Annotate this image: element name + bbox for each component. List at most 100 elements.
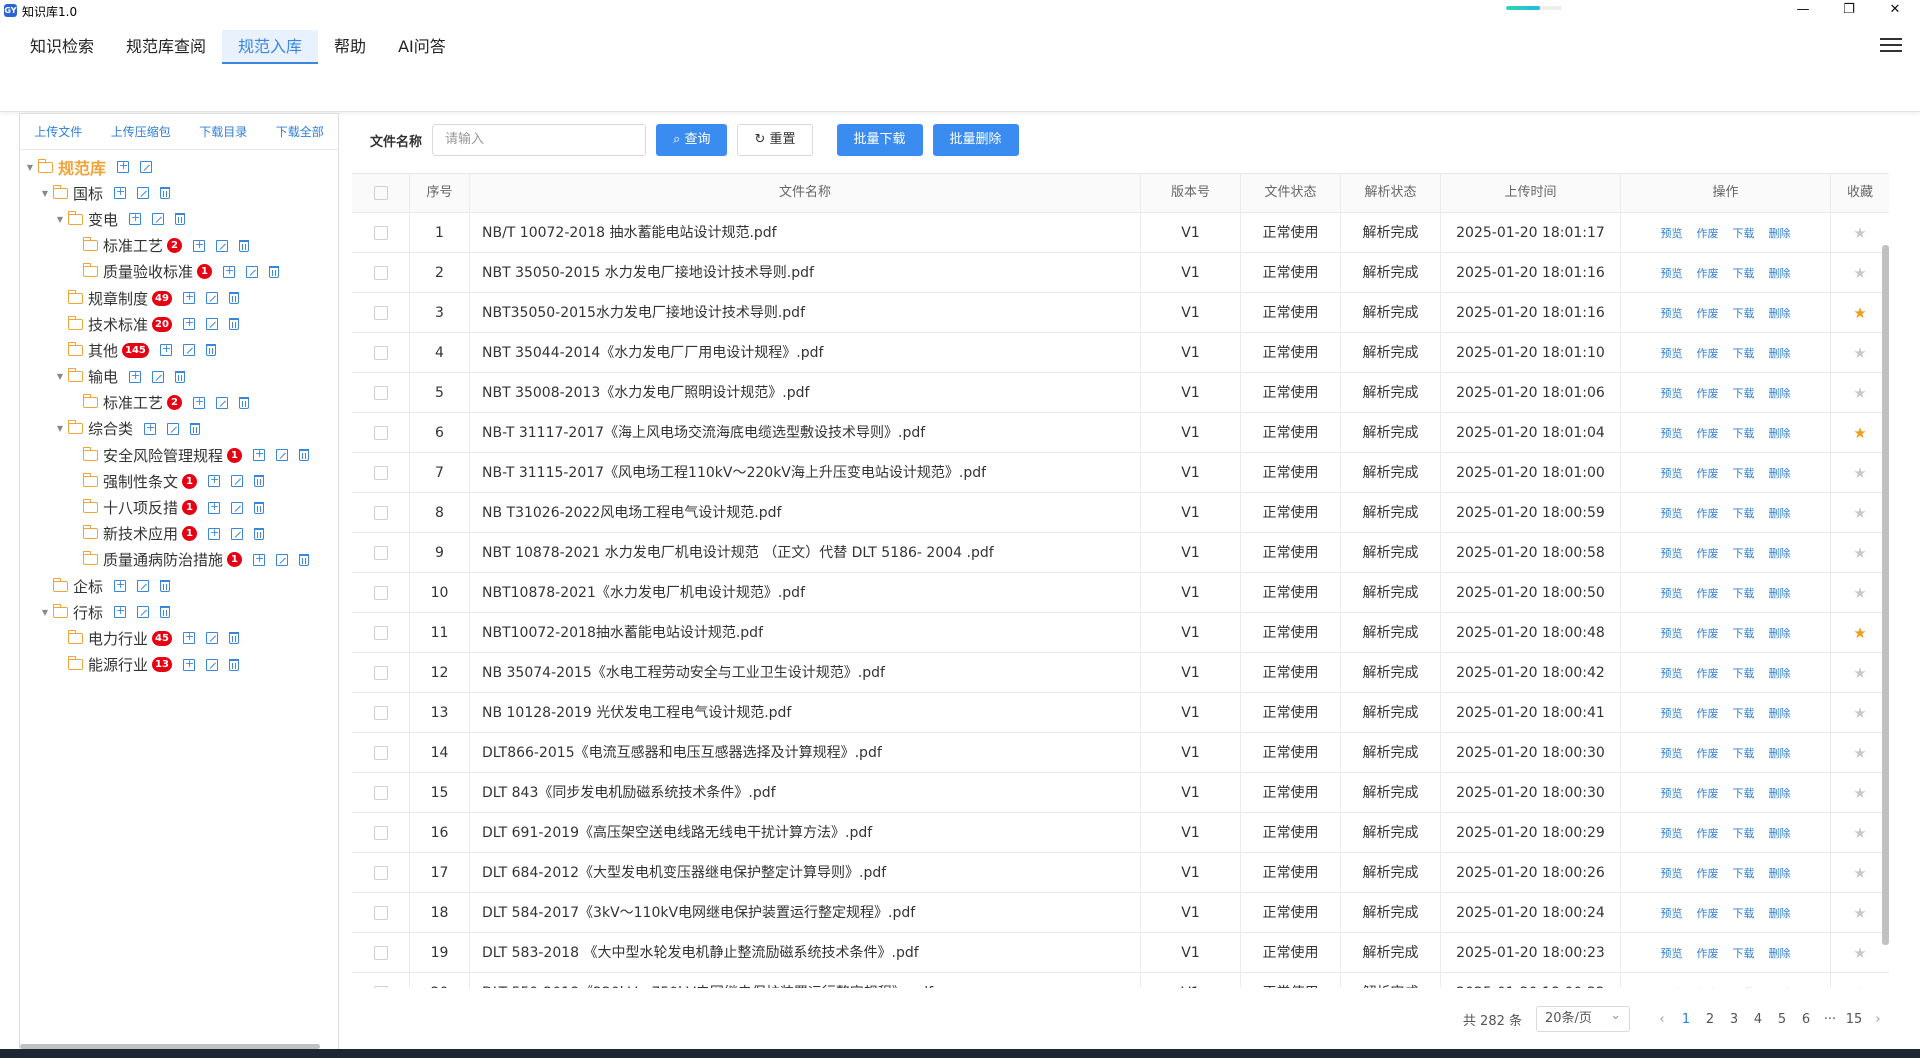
- page-size-select[interactable]: 20条/页: [1536, 1004, 1630, 1032]
- void-link[interactable]: 作废: [1697, 974, 1719, 989]
- row-checkbox[interactable]: [352, 612, 410, 653]
- delete-link[interactable]: 删除: [1769, 894, 1791, 933]
- tree-node[interactable]: 技术标准 20: [20, 311, 338, 337]
- delete-icon[interactable]: [254, 527, 265, 540]
- page-button[interactable]: 1: [1674, 1012, 1698, 1027]
- checkbox-box[interactable]: [373, 585, 388, 600]
- edit-icon[interactable]: [167, 422, 180, 435]
- delete-link[interactable]: 删除: [1769, 734, 1791, 773]
- void-link[interactable]: 作废: [1697, 374, 1719, 413]
- left-action-button[interactable]: 上传文件: [34, 123, 82, 140]
- star-icon[interactable]: ★: [1853, 904, 1866, 922]
- delete-icon[interactable]: [299, 553, 310, 566]
- page-button[interactable]: 15: [1842, 1012, 1866, 1027]
- void-link[interactable]: 作废: [1697, 614, 1719, 653]
- add-file-icon[interactable]: [114, 185, 127, 200]
- checkbox-box[interactable]: [373, 225, 388, 240]
- prev-page-button[interactable]: ‹: [1650, 1012, 1674, 1027]
- left-action-button[interactable]: 下载目录: [199, 123, 247, 140]
- void-link[interactable]: 作废: [1697, 294, 1719, 333]
- tree-node[interactable]: 强制性条文 1: [20, 468, 338, 494]
- edit-icon[interactable]: [276, 449, 289, 462]
- row-checkbox[interactable]: [352, 212, 410, 253]
- star-icon[interactable]: ★: [1853, 264, 1866, 282]
- delete-icon[interactable]: [269, 265, 280, 278]
- checkbox-box[interactable]: [373, 305, 388, 320]
- delete-icon[interactable]: [228, 632, 239, 645]
- row-checkbox[interactable]: [352, 532, 410, 573]
- delete-icon[interactable]: [254, 475, 265, 488]
- left-action-button[interactable]: 下载全部: [276, 123, 324, 140]
- void-link[interactable]: 作废: [1697, 574, 1719, 613]
- add-file-icon[interactable]: [253, 447, 266, 462]
- preview-link[interactable]: 预览: [1661, 854, 1683, 893]
- checkbox-box[interactable]: [373, 865, 388, 880]
- tree-node[interactable]: ▼ 输电: [20, 364, 338, 390]
- preview-link[interactable]: 预览: [1661, 654, 1683, 693]
- filename-input[interactable]: 请输入: [432, 124, 647, 156]
- delete-icon[interactable]: [239, 396, 250, 409]
- void-link[interactable]: 作废: [1697, 854, 1719, 893]
- edit-icon[interactable]: [231, 527, 244, 540]
- star-icon[interactable]: ★: [1853, 504, 1866, 522]
- tree-node[interactable]: 规章制度 49: [20, 285, 338, 311]
- checkbox-box[interactable]: [373, 425, 388, 440]
- add-file-icon[interactable]: [193, 238, 206, 252]
- edit-icon[interactable]: [152, 370, 165, 383]
- row-checkbox[interactable]: [352, 332, 410, 373]
- delete-link[interactable]: 删除: [1769, 454, 1791, 493]
- minimize-button[interactable]: —: [1780, 0, 1826, 22]
- delete-link[interactable]: 删除: [1769, 374, 1791, 413]
- tree-node[interactable]: 标准工艺 2: [20, 233, 338, 259]
- expand-arrow-icon[interactable]: ▼: [54, 424, 66, 433]
- row-checkbox[interactable]: [352, 932, 410, 973]
- tree-node[interactable]: ▼ 规范库: [20, 154, 338, 180]
- void-link[interactable]: 作废: [1697, 894, 1719, 933]
- download-link[interactable]: 下载: [1733, 894, 1755, 933]
- delete-link[interactable]: 删除: [1769, 814, 1791, 853]
- download-link[interactable]: 下载: [1733, 374, 1755, 413]
- add-file-icon[interactable]: [193, 395, 206, 409]
- reset-button[interactable]: ↻ 重置: [737, 124, 813, 156]
- star-icon[interactable]: ★: [1853, 544, 1866, 562]
- add-file-icon[interactable]: [223, 264, 236, 278]
- void-link[interactable]: 作废: [1697, 654, 1719, 693]
- star-icon[interactable]: ★: [1853, 424, 1866, 442]
- page-button[interactable]: 3: [1722, 1012, 1746, 1027]
- edit-icon[interactable]: [182, 344, 195, 357]
- void-link[interactable]: 作废: [1697, 494, 1719, 533]
- checkbox-box[interactable]: [373, 345, 388, 360]
- delete-icon[interactable]: [160, 187, 171, 200]
- void-link[interactable]: 作废: [1697, 414, 1719, 453]
- star-icon[interactable]: ★: [1853, 344, 1866, 362]
- nav-tab[interactable]: 知识检索: [14, 30, 110, 64]
- add-file-icon[interactable]: [182, 290, 195, 305]
- delete-link[interactable]: 删除: [1769, 854, 1791, 893]
- download-link[interactable]: 下载: [1733, 534, 1755, 573]
- delete-link[interactable]: 删除: [1769, 334, 1791, 373]
- delete-link[interactable]: 删除: [1769, 494, 1791, 533]
- page-button[interactable]: 4: [1746, 1012, 1770, 1027]
- row-checkbox[interactable]: [352, 252, 410, 293]
- edit-icon[interactable]: [276, 553, 289, 566]
- preview-link[interactable]: 预览: [1661, 814, 1683, 853]
- checkbox-box[interactable]: [373, 905, 388, 920]
- expand-arrow-icon[interactable]: ▼: [54, 372, 66, 381]
- delete-link[interactable]: 删除: [1769, 774, 1791, 813]
- row-checkbox[interactable]: [352, 692, 410, 733]
- download-link[interactable]: 下载: [1733, 214, 1755, 253]
- tree-node[interactable]: ▼ 行标: [20, 599, 338, 625]
- delete-icon[interactable]: [160, 580, 171, 593]
- tree-node[interactable]: 电力行业 45: [20, 625, 338, 651]
- preview-link[interactable]: 预览: [1661, 734, 1683, 773]
- star-icon[interactable]: ★: [1853, 704, 1866, 722]
- delete-link[interactable]: 删除: [1769, 214, 1791, 253]
- preview-link[interactable]: 预览: [1661, 454, 1683, 493]
- download-link[interactable]: 下载: [1733, 654, 1755, 693]
- row-checkbox[interactable]: [352, 732, 410, 773]
- tree-node[interactable]: ▼ 综合类: [20, 416, 338, 442]
- expand-arrow-icon[interactable]: ▼: [39, 189, 51, 198]
- void-link[interactable]: 作废: [1697, 534, 1719, 573]
- row-checkbox[interactable]: [352, 492, 410, 533]
- nav-tab[interactable]: 规范库查阅: [110, 30, 222, 64]
